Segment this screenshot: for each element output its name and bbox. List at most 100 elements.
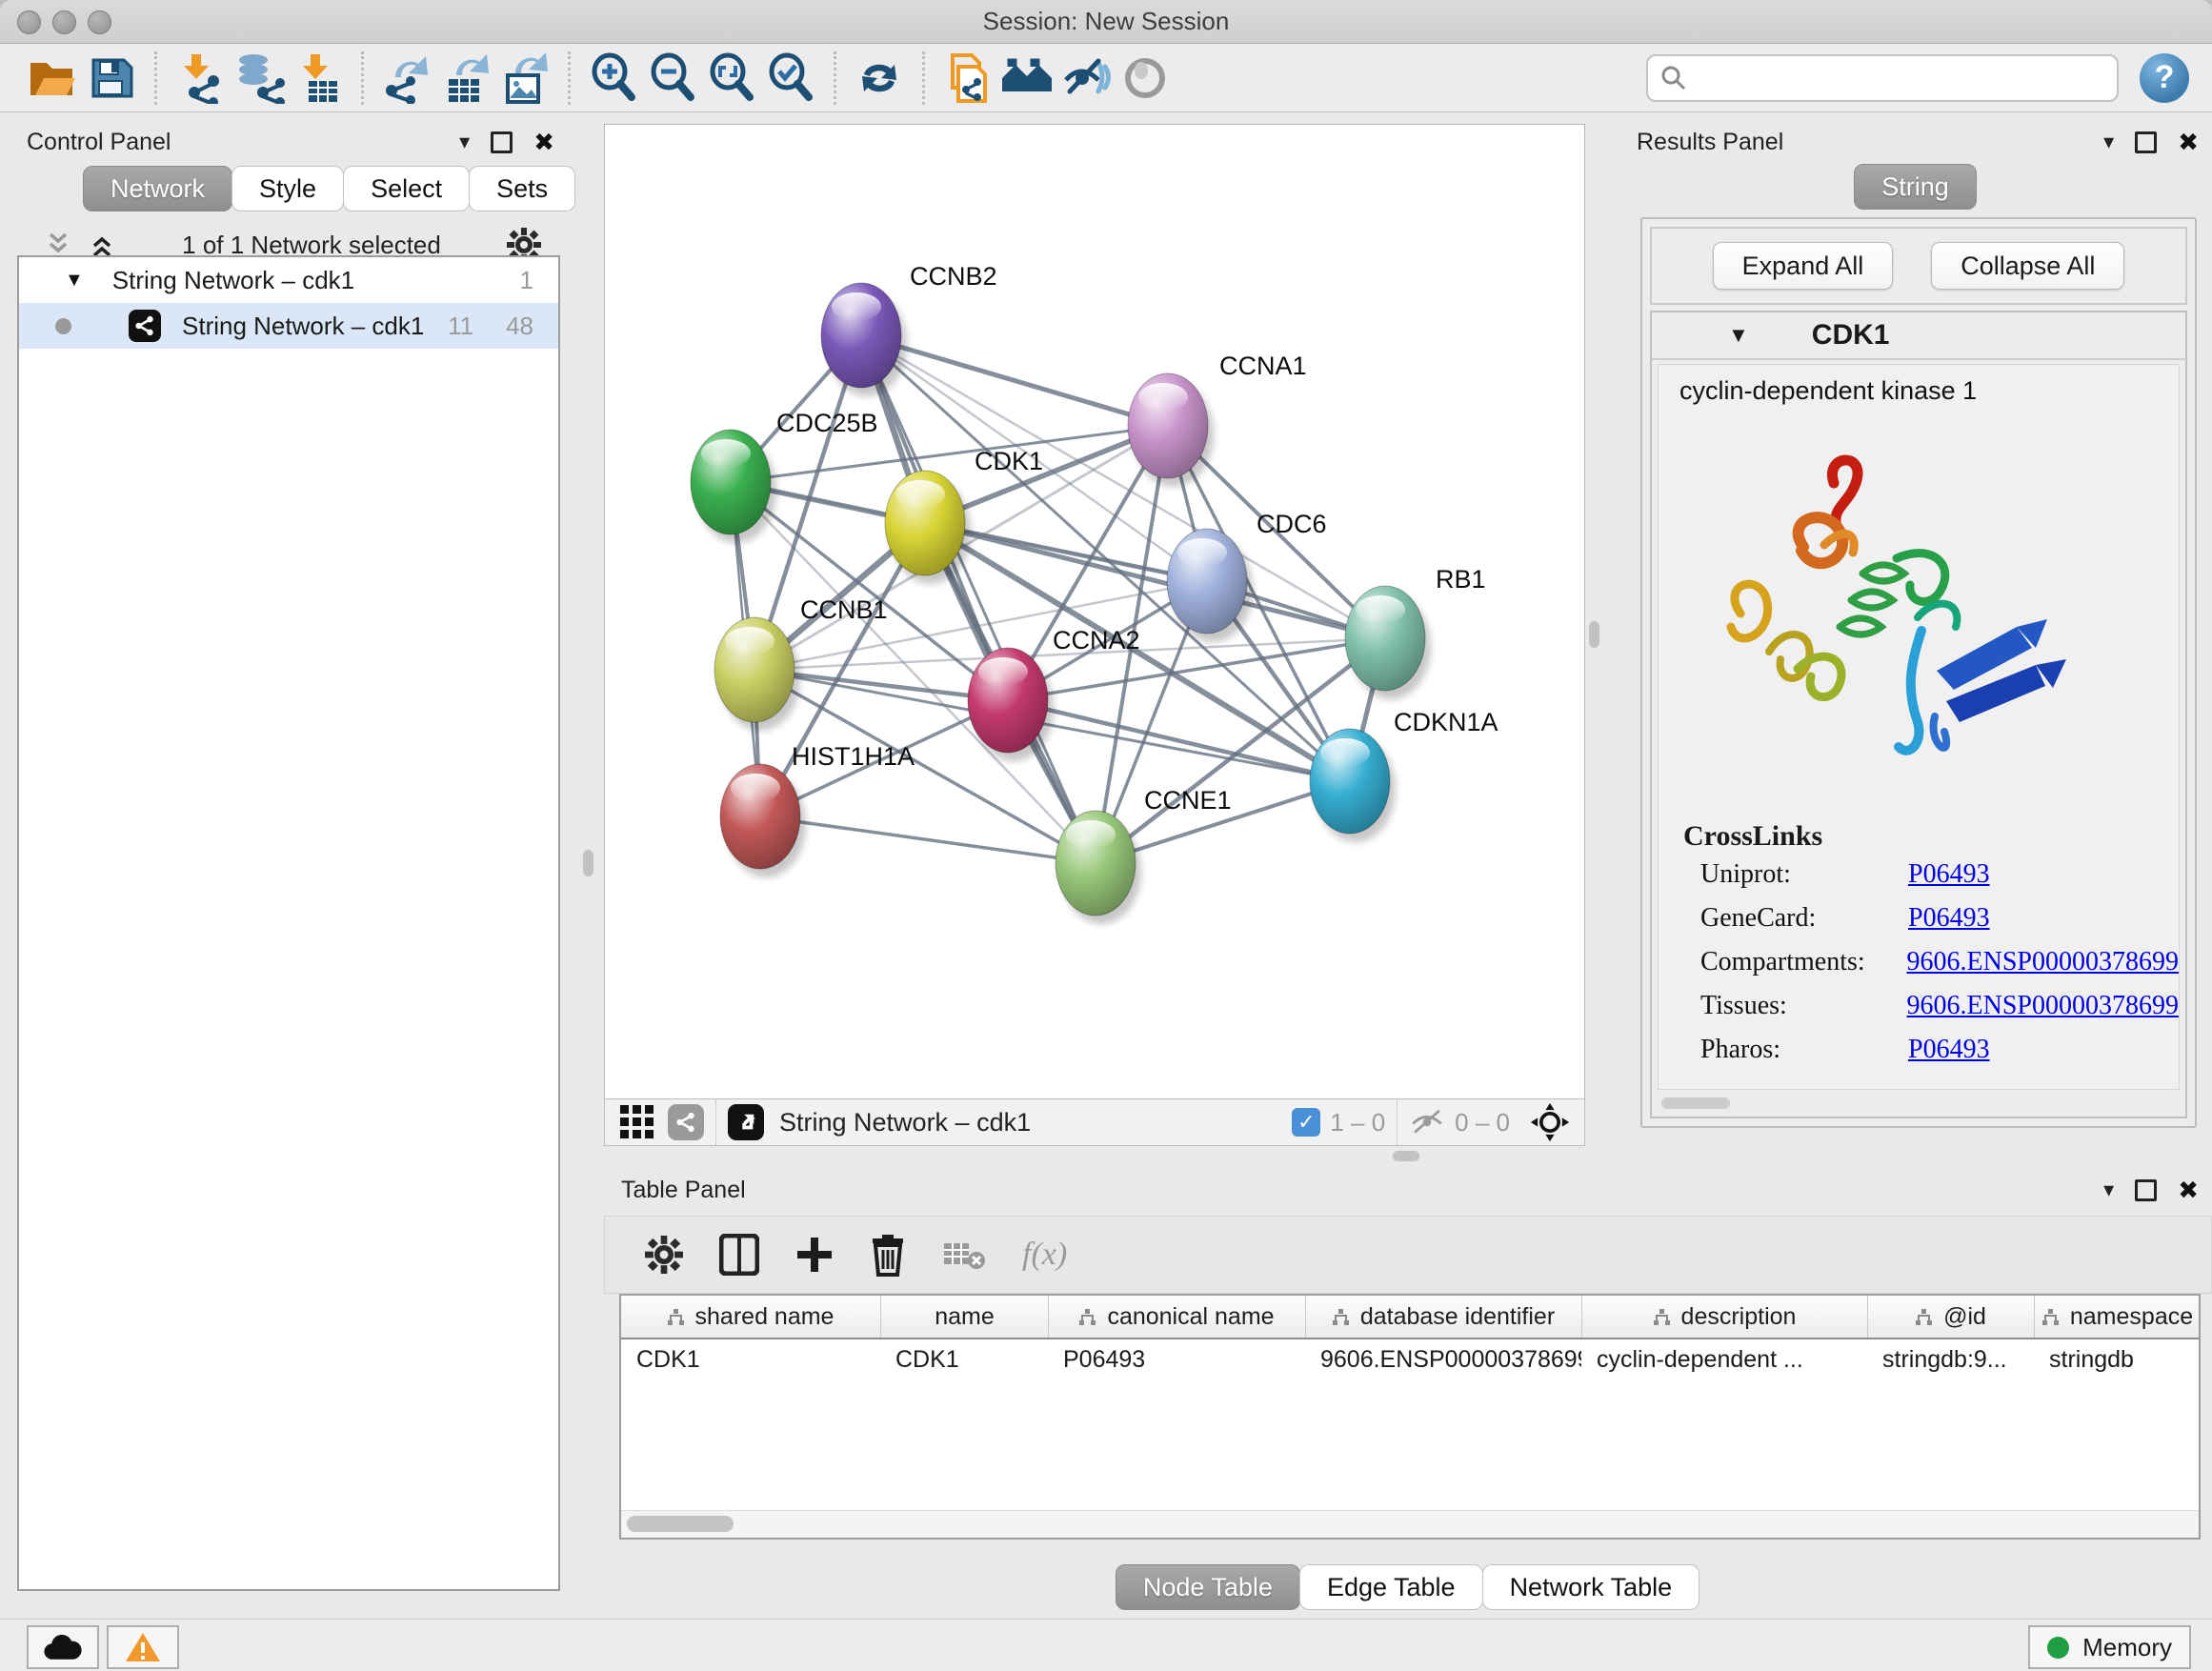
network-node-ccne1[interactable]: CCNE1: [1056, 786, 1232, 924]
open-in-window-icon[interactable]: [728, 1104, 764, 1140]
save-session-icon[interactable]: [82, 50, 141, 106]
tab-edge-table[interactable]: Edge Table: [1299, 1564, 1483, 1610]
hidden-eye-icon[interactable]: [1409, 1108, 1445, 1137]
node-table: shared namenamecanonical namedatabase id…: [619, 1294, 2201, 1540]
network-row[interactable]: String Network – cdk1 11 48: [19, 303, 558, 349]
preview-orb-icon[interactable]: [1116, 50, 1175, 106]
column-header-@id[interactable]: @id: [1867, 1296, 2034, 1338]
search-icon: [1659, 64, 1688, 92]
import-table-file-icon[interactable]: [289, 50, 348, 106]
column-header-namespace[interactable]: namespace: [2034, 1296, 2201, 1338]
table-row[interactable]: CDK1CDK1P064939606.ENSP00000378699cyclin…: [621, 1339, 2199, 1379]
copy-document-icon[interactable]: [938, 50, 997, 106]
network-node-ccnb2[interactable]: CCNB2: [821, 262, 997, 396]
column-header-description[interactable]: description: [1581, 1296, 1867, 1338]
memory-button[interactable]: Memory: [2028, 1625, 2191, 1669]
grid-view-icon[interactable]: [620, 1105, 654, 1139]
left-splitter-handle[interactable]: [583, 850, 593, 876]
crosslink-link[interactable]: P06493: [1908, 859, 1990, 890]
network-node-hist1h1a[interactable]: HIST1H1A: [720, 742, 915, 877]
export-table-icon[interactable]: [436, 50, 495, 106]
share-view-icon[interactable]: [668, 1104, 704, 1140]
search-field[interactable]: [1646, 54, 2119, 102]
table-cell: stringdb: [2034, 1339, 2201, 1379]
panel-float-icon[interactable]: [2135, 131, 2157, 153]
crosslink-link[interactable]: 9606.ENSP00000378699: [1907, 991, 2179, 1021]
tab-network-table[interactable]: Network Table: [1482, 1564, 1700, 1610]
control-panel-title: Control Panel: [27, 129, 171, 156]
search-input[interactable]: [1688, 64, 2117, 92]
export-network-icon[interactable]: [377, 50, 436, 106]
network-view-title: String Network – cdk1: [779, 1108, 1031, 1137]
right-splitter-handle[interactable]: [1589, 621, 1599, 648]
selected-checkbox-icon[interactable]: ✓: [1292, 1108, 1320, 1137]
clear-table-icon[interactable]: [942, 1238, 986, 1272]
cloud-button[interactable]: [27, 1625, 99, 1669]
panel-close-icon[interactable]: ✖: [533, 128, 554, 157]
panel-menu-icon[interactable]: ▾: [2103, 1178, 2114, 1202]
warnings-button[interactable]: [107, 1625, 179, 1669]
panel-float-icon[interactable]: [2135, 1179, 2157, 1201]
panel-float-icon[interactable]: [491, 131, 513, 153]
network-node-cdkn1a[interactable]: CDKN1A: [1310, 708, 1498, 842]
table-hscrollbar[interactable]: [621, 1510, 2199, 1538]
import-network-database-icon[interactable]: [230, 50, 289, 106]
results-scrollbar[interactable]: [1658, 1094, 2180, 1113]
delete-column-icon[interactable]: [870, 1233, 906, 1277]
panel-menu-icon[interactable]: ▾: [459, 130, 470, 154]
help-icon[interactable]: ?: [2140, 53, 2189, 103]
table-settings-gear-icon[interactable]: [645, 1236, 683, 1274]
panel-close-icon[interactable]: ✖: [2178, 1176, 2199, 1205]
gene-entry-header[interactable]: ▼ CDK1: [1652, 312, 2185, 360]
table-cell: 9606.ENSP00000378699: [1305, 1339, 1581, 1379]
tab-string[interactable]: String: [1854, 164, 1977, 210]
open-session-icon[interactable]: [23, 50, 82, 106]
zoom-out-icon[interactable]: [643, 50, 702, 106]
refresh-icon[interactable]: [850, 50, 909, 106]
crosslink-link[interactable]: 9606.ENSP00000378699: [1907, 947, 2179, 977]
function-builder-icon[interactable]: f(x): [1022, 1237, 1067, 1273]
show-columns-icon[interactable]: [719, 1234, 759, 1276]
panel-menu-icon[interactable]: ▾: [2103, 130, 2114, 154]
network-node-ccna1[interactable]: CCNA1: [1128, 352, 1307, 487]
tab-style[interactable]: Style: [231, 166, 344, 211]
expand-all-button[interactable]: Expand All: [1713, 242, 1894, 290]
network-node-ccnb1[interactable]: CCNB1: [714, 595, 888, 731]
crosslink-link[interactable]: P06493: [1908, 903, 1990, 934]
tree-expand-icon[interactable]: ▼: [65, 270, 84, 292]
column-header-shared-name[interactable]: shared name: [621, 1296, 880, 1338]
collapse-all-button[interactable]: Collapse All: [1931, 242, 2124, 290]
column-header-database-identifier[interactable]: database identifier: [1305, 1296, 1581, 1338]
network-node-rb1[interactable]: RB1: [1345, 565, 1486, 699]
network-collection-row[interactable]: ▼ String Network – cdk1 1: [19, 257, 558, 303]
add-column-icon[interactable]: [795, 1234, 834, 1276]
network-node-cdc6[interactable]: CDC6: [1167, 510, 1327, 642]
network-tree: ▼ String Network – cdk1 1 String Network…: [17, 255, 560, 1591]
tab-node-table[interactable]: Node Table: [1116, 1564, 1300, 1610]
zoom-fit-icon[interactable]: [702, 50, 761, 106]
expand-collapse-bar: Expand All Collapse All: [1650, 227, 2187, 305]
import-network-file-icon[interactable]: [171, 50, 230, 106]
export-image-icon[interactable]: [495, 50, 554, 106]
home-networks-icon[interactable]: [997, 50, 1056, 106]
tab-sets[interactable]: Sets: [469, 166, 575, 211]
panel-close-icon[interactable]: ✖: [2178, 128, 2199, 157]
crosslink-link[interactable]: P06493: [1908, 1035, 1990, 1065]
collapse-entry-icon[interactable]: ▼: [1728, 323, 1749, 348]
birds-eye-icon[interactable]: [1529, 1101, 1571, 1143]
tab-select[interactable]: Select: [343, 166, 470, 211]
node-label-ccna1: CCNA1: [1219, 352, 1307, 380]
tab-network[interactable]: Network: [83, 166, 232, 211]
network-view-toolbar: String Network – cdk1 ✓ 1 – 0 0 – 0: [604, 1098, 1585, 1146]
column-header-canonical-name[interactable]: canonical name: [1048, 1296, 1305, 1338]
collection-count: 1: [520, 266, 533, 295]
column-header-name[interactable]: name: [880, 1296, 1048, 1338]
toolbar-separator: [1397, 1099, 1398, 1145]
horizontal-splitter-handle[interactable]: [1393, 1151, 1419, 1161]
network-edge-count: 48: [506, 312, 533, 341]
window-title: Session: New Session: [0, 0, 2212, 43]
hide-panel-eye-icon[interactable]: [1056, 50, 1116, 106]
network-view-canvas[interactable]: CCNB2CCNA1CDC25BCDK1CDC6RB1CCNB1CCNA2CDK…: [604, 124, 1585, 1099]
zoom-in-icon[interactable]: [584, 50, 643, 106]
zoom-selected-icon[interactable]: [761, 50, 820, 106]
